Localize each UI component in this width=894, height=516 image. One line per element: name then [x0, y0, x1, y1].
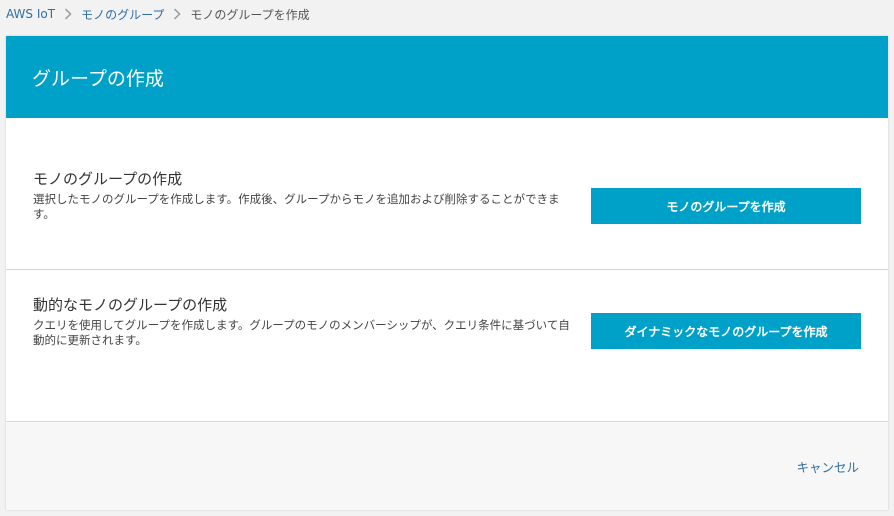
chevron-right-icon	[173, 8, 181, 20]
create-thing-group-section: モノのグループの作成 選択したモノのグループを作成します。作成後、グループからモ…	[6, 118, 888, 270]
section-text: モノのグループの作成 選択したモノのグループを作成します。作成後、グループからモ…	[33, 168, 573, 222]
cancel-link[interactable]: キャンセル	[796, 457, 859, 476]
section-title: モノのグループの作成	[33, 170, 183, 188]
breadcrumb-current: モノのグループを作成	[190, 7, 310, 22]
create-thing-group-button[interactable]: モノのグループを作成	[591, 188, 861, 224]
create-dynamic-thing-group-section: 動的なモノのグループの作成 クエリを使用してグループを作成します。グループのモノ…	[6, 270, 888, 422]
breadcrumb: AWS IoT モノのグループ モノのグループを作成	[6, 0, 310, 28]
section-title: 動的なモノのグループの作成	[33, 296, 228, 314]
section-description: クエリを使用してグループを作成します。グループのモノのメンバーシップが、クエリ条…	[33, 318, 570, 347]
card-footer: キャンセル	[6, 423, 888, 510]
breadcrumb-thing-groups-link[interactable]: モノのグループ	[81, 6, 164, 23]
create-dynamic-thing-group-button[interactable]: ダイナミックなモノのグループを作成	[591, 313, 861, 349]
page-title: グループの作成	[32, 67, 164, 90]
create-group-card: グループの作成 モノのグループの作成 選択したモノのグループを作成します。作成後…	[6, 36, 888, 510]
section-text: 動的なモノのグループの作成 クエリを使用してグループを作成します。グループのモノ…	[33, 294, 573, 348]
card-header: グループの作成	[6, 36, 888, 118]
breadcrumb-aws-iot-link[interactable]: AWS IoT	[6, 7, 55, 21]
section-description: 選択したモノのグループを作成します。作成後、グループからモノを追加および削除する…	[33, 192, 560, 221]
chevron-right-icon	[64, 8, 72, 20]
